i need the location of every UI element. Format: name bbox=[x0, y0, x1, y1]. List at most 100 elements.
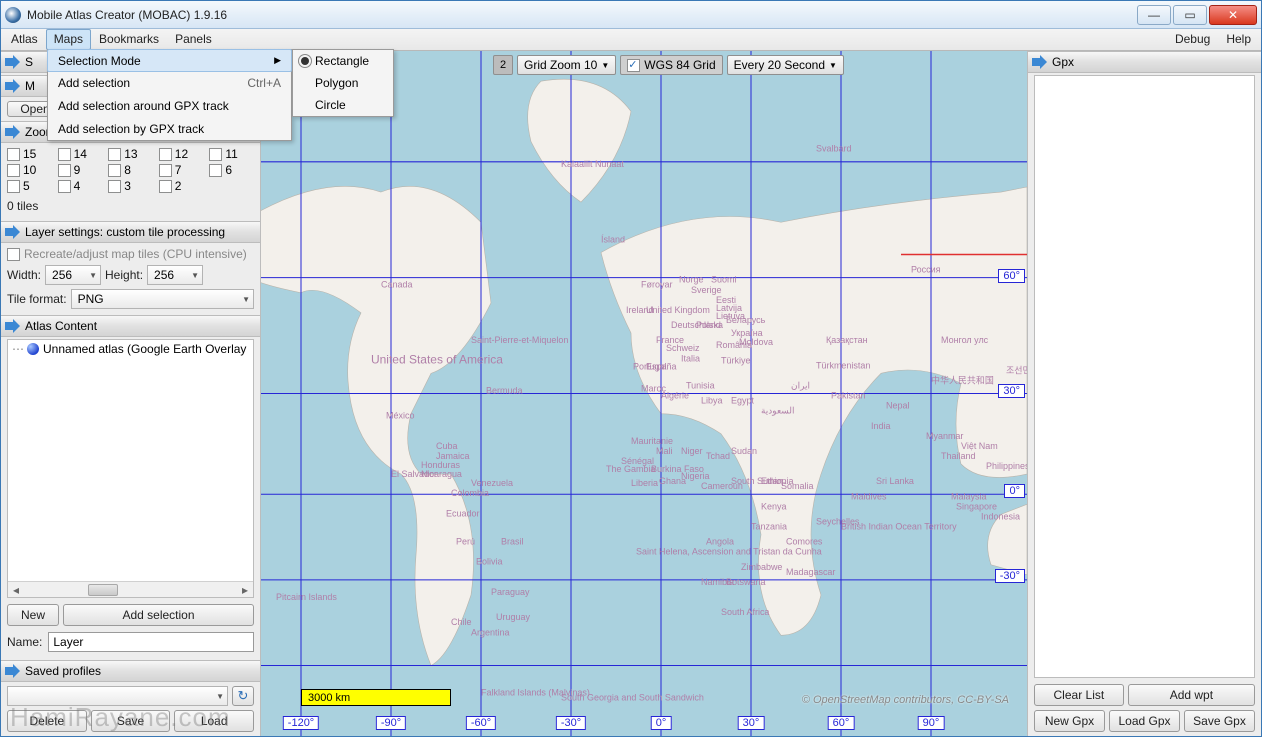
width-combo[interactable]: 256▼ bbox=[45, 265, 101, 285]
menu-label: Add selection bbox=[58, 76, 130, 90]
svg-text:Saint Helena, Ascension and Tr: Saint Helena, Ascension and Tristan da C… bbox=[636, 547, 823, 557]
grid-zoom-combo[interactable]: Grid Zoom 10▼ bbox=[517, 55, 616, 75]
svg-text:Ísland: Ísland bbox=[601, 234, 625, 244]
svg-text:South Georgia and South Sandwi: South Georgia and South Sandwich bbox=[561, 693, 704, 703]
right-panel: Gpx Clear List Add wpt New Gpx Load Gpx … bbox=[1027, 51, 1261, 736]
load-profile-button[interactable]: Load bbox=[174, 710, 254, 732]
saved-profiles-header[interactable]: Saved profiles bbox=[1, 660, 260, 682]
zoom-checkbox-11[interactable] bbox=[209, 148, 222, 161]
add-selection-button[interactable]: Add selection bbox=[63, 604, 254, 626]
zoom-label: 13 bbox=[124, 147, 137, 161]
atlas-root-item[interactable]: ⋯ Unnamed atlas (Google Earth Overlay bbox=[8, 340, 253, 358]
recreate-checkbox[interactable] bbox=[7, 248, 20, 261]
zoom-checkbox-7[interactable] bbox=[159, 164, 172, 177]
svg-text:中华人民共和国: 中华人民共和国 bbox=[931, 374, 994, 385]
scale-bar: 3000 km bbox=[301, 689, 451, 706]
clear-list-button[interactable]: Clear List bbox=[1034, 684, 1124, 706]
name-input[interactable] bbox=[48, 632, 254, 652]
svg-text:Tchad: Tchad bbox=[706, 451, 730, 461]
scroll-right-icon[interactable]: ▸ bbox=[237, 583, 253, 597]
submenu-rectangle[interactable]: Rectangle bbox=[293, 50, 393, 72]
map-view[interactable]: Canada United States of America México C… bbox=[261, 51, 1027, 736]
add-wpt-button[interactable]: Add wpt bbox=[1128, 684, 1255, 706]
menu-panels[interactable]: Panels bbox=[167, 29, 220, 50]
menu-add-selection[interactable]: Add selection Ctrl+A bbox=[48, 71, 291, 94]
delete-profile-button[interactable]: Delete bbox=[7, 710, 87, 732]
zoom-checkbox-15[interactable] bbox=[7, 148, 20, 161]
minimize-button[interactable]: — bbox=[1137, 5, 1171, 25]
svg-text:British Indian Ocean Territory: British Indian Ocean Territory bbox=[841, 521, 957, 531]
gpx-header[interactable]: Gpx bbox=[1028, 51, 1261, 73]
submenu-label: Circle bbox=[315, 98, 346, 112]
longitude-labels: -120° -90° -60° -30° 0° 30° 60° 90° bbox=[261, 712, 1027, 730]
layer-settings-header[interactable]: Layer settings: custom tile processing bbox=[1, 221, 260, 243]
zoom-checkbox-5[interactable] bbox=[7, 180, 20, 193]
scroll-thumb[interactable] bbox=[88, 584, 118, 596]
lon-label: 60° bbox=[828, 716, 855, 730]
arrow-icon bbox=[5, 226, 21, 238]
lon-label: 0° bbox=[651, 716, 672, 730]
zoom-checkbox-13[interactable] bbox=[108, 148, 121, 161]
atlas-content-header[interactable]: Atlas Content bbox=[1, 315, 260, 337]
zoom-checkbox-14[interactable] bbox=[58, 148, 71, 161]
svg-text:United States of America: United States of America bbox=[371, 352, 503, 366]
wgs84-grid-checkbox[interactable]: WGS 84 Grid bbox=[620, 55, 722, 75]
menu-add-selection-around-gpx[interactable]: Add selection around GPX track bbox=[48, 94, 291, 117]
svg-text:Mauritanie: Mauritanie bbox=[631, 436, 673, 446]
menu-atlas[interactable]: Atlas bbox=[3, 29, 46, 50]
menu-bookmarks[interactable]: Bookmarks bbox=[91, 29, 167, 50]
grid-interval-combo[interactable]: Every 20 Second▼ bbox=[727, 55, 844, 75]
svg-text:Kalaallit Nunaat: Kalaallit Nunaat bbox=[561, 159, 624, 169]
submenu-arrow-icon: ▶ bbox=[274, 55, 281, 66]
new-gpx-button[interactable]: New Gpx bbox=[1034, 710, 1105, 732]
save-profile-button[interactable]: Save bbox=[91, 710, 171, 732]
zoom-checkbox-6[interactable] bbox=[209, 164, 222, 177]
zoom-label: 9 bbox=[74, 163, 81, 177]
profile-combo[interactable]: ▼ bbox=[7, 686, 228, 706]
titlebar[interactable]: Mobile Atlas Creator (MOBAC) 1.9.16 — ▭ … bbox=[1, 1, 1261, 29]
svg-text:Brasil: Brasil bbox=[501, 537, 523, 547]
svg-text:Nepal: Nepal bbox=[886, 401, 909, 411]
svg-text:Canada: Canada bbox=[381, 280, 413, 290]
reload-profiles-button[interactable]: ↻ bbox=[232, 686, 254, 706]
svg-text:Egypt: Egypt bbox=[731, 396, 754, 406]
gpx-list[interactable] bbox=[1034, 75, 1255, 678]
svg-text:Suomi: Suomi bbox=[711, 275, 736, 285]
zoom-checkbox-8[interactable] bbox=[108, 164, 121, 177]
zoom-checkbox-3[interactable] bbox=[108, 180, 121, 193]
saved-profiles-label: Saved profiles bbox=[25, 664, 101, 678]
submenu-circle[interactable]: Circle bbox=[293, 94, 393, 116]
menu-help[interactable]: Help bbox=[1218, 29, 1259, 50]
load-gpx-button[interactable]: Load Gpx bbox=[1109, 710, 1180, 732]
svg-text:Россия: Россия bbox=[911, 265, 941, 275]
svg-text:Қазақстан: Қазақстан bbox=[826, 335, 868, 345]
svg-text:India: India bbox=[871, 421, 891, 431]
menu-debug[interactable]: Debug bbox=[1167, 29, 1218, 50]
zoom-label: 12 bbox=[175, 147, 188, 161]
atlas-hscrollbar[interactable]: ◂ ▸ bbox=[8, 581, 253, 597]
maximize-button[interactable]: ▭ bbox=[1173, 5, 1207, 25]
new-button[interactable]: New bbox=[7, 604, 59, 626]
menu-maps[interactable]: Maps bbox=[46, 29, 91, 50]
zoom-checkbox-10[interactable] bbox=[7, 164, 20, 177]
tileformat-label: Tile format: bbox=[7, 292, 67, 306]
submenu-polygon[interactable]: Polygon bbox=[293, 72, 393, 94]
save-gpx-button[interactable]: Save Gpx bbox=[1184, 710, 1255, 732]
tileformat-combo[interactable]: PNG▼ bbox=[71, 289, 254, 309]
zoom-checkbox-4[interactable] bbox=[58, 180, 71, 193]
zoom-checkbox-12[interactable] bbox=[159, 148, 172, 161]
atlas-tree[interactable]: ⋯ Unnamed atlas (Google Earth Overlay ◂ … bbox=[7, 339, 254, 598]
zoom-checkbox-9[interactable] bbox=[58, 164, 71, 177]
zoom-level-box: 2 bbox=[493, 55, 513, 75]
svg-text:Colombia: Colombia bbox=[451, 488, 490, 498]
left-panel: S M Open Zoom Levels 15 14 13 12 11 10 9 bbox=[1, 51, 261, 736]
maps-dropdown[interactable]: Selection Mode ▶ Add selection Ctrl+A Ad… bbox=[47, 49, 292, 141]
close-button[interactable]: ✕ bbox=[1209, 5, 1257, 25]
selection-mode-submenu[interactable]: Rectangle Polygon Circle bbox=[292, 49, 394, 117]
zoom-checkbox-2[interactable] bbox=[159, 180, 172, 193]
menu-add-selection-by-gpx[interactable]: Add selection by GPX track bbox=[48, 117, 291, 140]
scroll-left-icon[interactable]: ◂ bbox=[8, 583, 24, 597]
menu-label: Add selection by GPX track bbox=[58, 122, 204, 136]
menu-selection-mode[interactable]: Selection Mode ▶ bbox=[47, 49, 292, 72]
height-combo[interactable]: 256▼ bbox=[147, 265, 203, 285]
